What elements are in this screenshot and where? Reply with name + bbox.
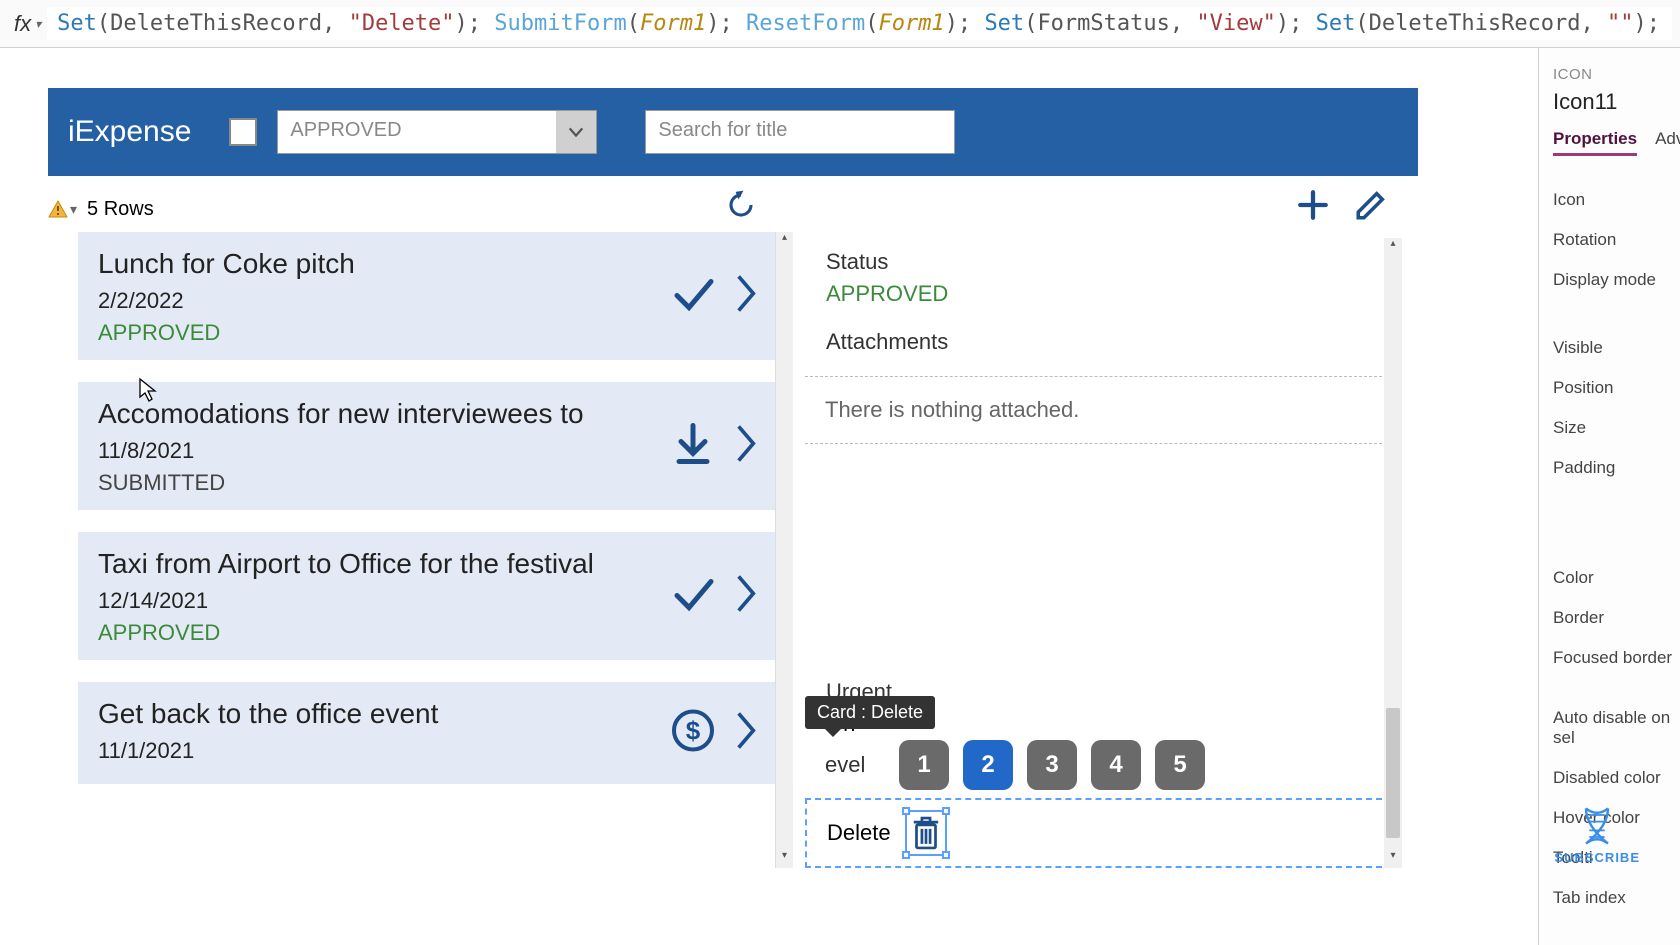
scroll-down-icon[interactable]: ▾ [776,850,793,868]
app-header: iExpense APPROVED Search for title [48,88,1418,176]
attachments-card: Attachments [805,318,1402,372]
item-date: 11/8/2021 [98,438,755,464]
formula-input[interactable]: Set(DeleteThisRecord, "Delete"); SubmitF… [47,7,1672,40]
canvas-area: iExpense APPROVED Search for title ▾ 5 R… [0,48,1538,945]
prop-row[interactable]: Disabled color [1553,758,1680,798]
scroll-up-icon[interactable]: ▴ [776,232,793,250]
list-item[interactable]: Lunch for Coke pitch 2/2/2022 APPROVED [78,232,775,360]
level-button-5[interactable]: 5 [1155,740,1205,790]
item-date: 2/2/2022 [98,288,755,314]
detail-scrollbar[interactable]: ▴ ▾ [1384,238,1402,868]
prop-row[interactable]: Padding [1553,448,1680,488]
item-title: Get back to the office event [98,698,755,730]
prop-row[interactable]: Auto disable on sel [1553,698,1680,758]
prop-tabs: Properties Adva [1553,129,1680,156]
status-value: APPROVED [826,281,1381,307]
scroll-up-icon[interactable]: ▴ [1384,238,1402,256]
chevron-right-icon[interactable] [733,572,759,621]
status-label: Status [826,249,1381,275]
control-name: Icon11 [1553,89,1680,115]
row-count: 5 Rows [87,198,154,221]
tab-advanced[interactable]: Adva [1655,129,1680,156]
delete-label: Delete [827,820,891,846]
level-button-3[interactable]: 3 [1027,740,1077,790]
attachments-label: Attachments [826,329,1381,355]
chevron-right-icon[interactable] [733,422,759,471]
search-input[interactable]: Search for title [645,110,955,154]
app-title: iExpense [68,115,191,149]
svg-text:$: $ [686,716,701,746]
scroll-thumb[interactable] [1386,708,1400,838]
dna-icon [1575,804,1619,848]
refresh-icon[interactable] [726,190,756,228]
status-card: Status APPROVED [805,238,1402,318]
item-date: 11/1/2021 [98,738,755,764]
card-tooltip: Card : Delete [805,696,935,729]
item-status: APPROVED [98,320,755,346]
tab-properties[interactable]: Properties [1553,129,1637,156]
item-title: Taxi from Airport to Office for the fest… [98,548,755,580]
dollar-icon[interactable]: $ [669,707,717,760]
level-card: Card : Delete evel 12345 [805,740,1402,798]
item-title: Accomodations for new interviewees to [98,398,755,430]
check-icon[interactable] [669,570,717,623]
prop-row[interactable]: Size [1553,408,1680,448]
formula-bar: fx▾ Set(DeleteThisRecord, "Delete"); Sub… [0,0,1680,48]
level-button-2[interactable]: 2 [963,740,1013,790]
warning-icon [48,200,68,218]
level-label: evel [825,752,885,778]
prop-row[interactable]: Color [1553,558,1680,598]
level-button-4[interactable]: 4 [1091,740,1141,790]
chevron-down-icon: ▾ [35,17,41,31]
dropdown-chevron-button[interactable] [556,111,596,153]
prop-row[interactable]: Icon [1553,180,1680,220]
app-canvas: iExpense APPROVED Search for title ▾ 5 R… [48,88,1418,868]
subscribe-badge[interactable]: SUBSCRIBE [1554,804,1640,865]
trash-icon [909,814,943,852]
item-status: APPROVED [98,620,755,646]
prop-row[interactable]: Border [1553,598,1680,638]
prop-row[interactable]: Visible [1553,328,1680,368]
chevron-down-icon[interactable]: ▾ [70,201,77,218]
expense-list: Lunch for Coke pitch 2/2/2022 APPROVED Acco… [48,232,793,868]
filter-checkbox[interactable] [229,118,257,146]
check-icon[interactable] [669,270,717,323]
level-button-1[interactable]: 1 [899,740,949,790]
fx-label[interactable]: fx▾ [8,11,47,37]
list-item[interactable]: Accomodations for new interviewees to 11/… [78,382,775,510]
chevron-right-icon[interactable] [733,272,759,321]
item-title: Lunch for Coke pitch [98,248,755,280]
download-icon[interactable] [669,420,717,473]
trash-icon-selected[interactable] [905,810,947,856]
scroll-down-icon[interactable]: ▾ [1384,850,1402,868]
subscribe-text: SUBSCRIBE [1554,850,1640,865]
detail-panel: Status APPROVED Attachments There is not… [793,232,1418,868]
chevron-right-icon[interactable] [733,709,759,758]
status-dropdown[interactable]: APPROVED [277,110,597,154]
prop-row[interactable]: Tab index [1553,878,1680,918]
attachments-empty: There is nothing attached. [805,376,1402,444]
control-category: ICON [1553,66,1680,83]
delete-card[interactable]: Delete [805,798,1402,868]
add-icon[interactable] [1296,188,1330,230]
prop-row[interactable]: Position [1553,368,1680,408]
toolbar-row: ▾ 5 Rows [48,176,1418,232]
prop-row[interactable]: Rotation [1553,220,1680,260]
list-item[interactable]: Taxi from Airport to Office for the fest… [78,532,775,660]
prop-row[interactable]: Focused border [1553,638,1680,678]
edit-icon[interactable] [1354,188,1388,230]
dropdown-value: APPROVED [278,111,556,153]
list-item[interactable]: Get back to the office event 11/1/2021$ [78,682,775,784]
content-row: Lunch for Coke pitch 2/2/2022 APPROVED Acco… [48,232,1418,868]
item-date: 12/14/2021 [98,588,755,614]
chevron-down-icon [567,123,585,141]
prop-row[interactable]: Display mode [1553,260,1680,300]
list-scrollbar[interactable]: ▴ ▾ [775,232,793,868]
item-status: SUBMITTED [98,470,755,496]
